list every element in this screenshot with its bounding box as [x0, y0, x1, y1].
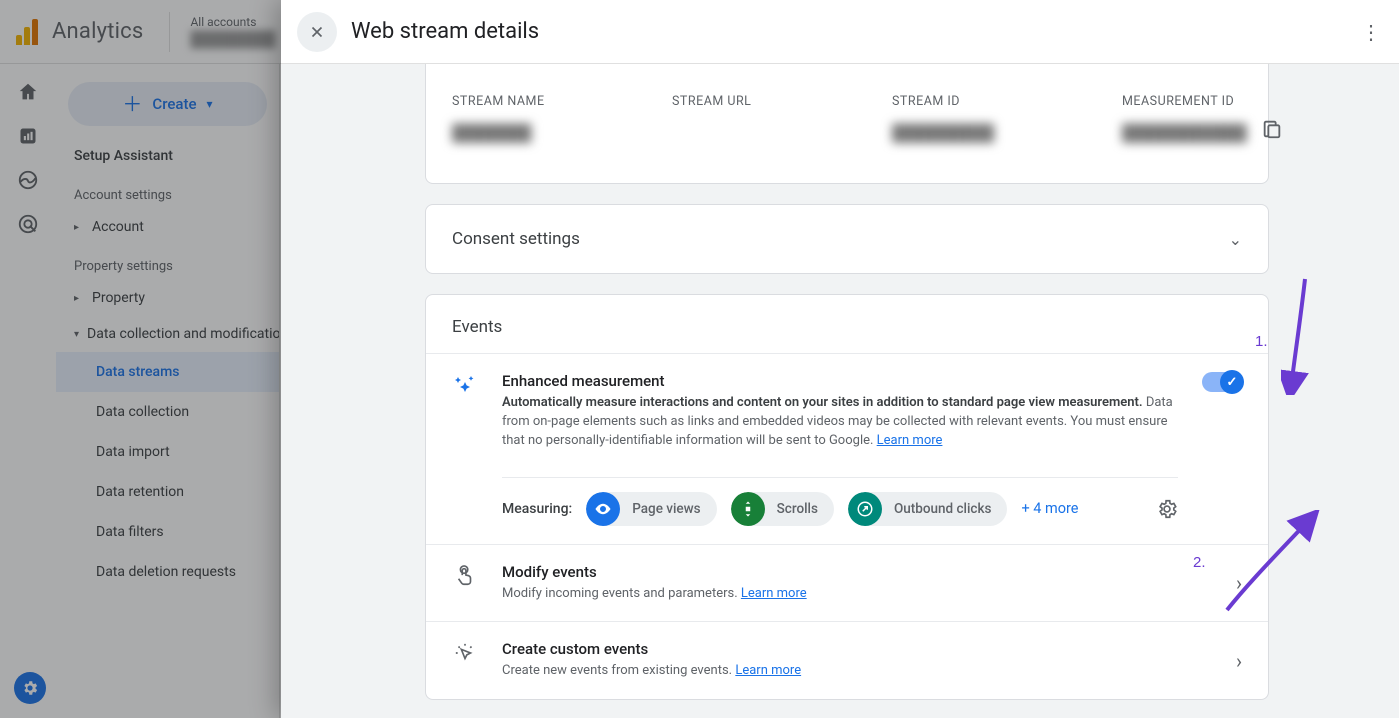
modify-events-row[interactable]: Modify events Modify incoming events and…: [426, 545, 1268, 623]
web-stream-details-panel: Web stream details ⋮ STREAM NAME ███████…: [281, 0, 1399, 718]
eye-icon: [586, 492, 620, 526]
stream-name-label: STREAM NAME: [452, 94, 652, 109]
close-icon: [308, 23, 326, 41]
copy-measurement-id-button[interactable]: [1261, 118, 1283, 140]
enhanced-settings-gear-button[interactable]: [1156, 498, 1178, 520]
chevron-down-icon: ⌄: [1229, 230, 1242, 249]
measurement-id-label: MEASUREMENT ID: [1122, 94, 1247, 109]
enhanced-measurement-description: Automatically measure interactions and c…: [502, 394, 1178, 451]
chip-page-views: Page views: [586, 492, 716, 526]
modify-events-learn-more-link[interactable]: Learn more: [741, 586, 807, 601]
chip-scrolls: Scrolls: [731, 492, 834, 526]
consent-settings-title: Consent settings: [452, 229, 580, 249]
annotation-1: 1.: [1281, 275, 1321, 395]
stream-id-value: █████████: [892, 123, 1102, 143]
create-custom-events-description: Create new events from existing events. …: [502, 662, 1212, 681]
measurement-id-value: ███████████: [1122, 123, 1247, 143]
enhanced-learn-more-link[interactable]: Learn more: [877, 433, 943, 448]
stream-id-label: STREAM ID: [892, 94, 1102, 109]
enhanced-measurement-title: Enhanced measurement: [502, 372, 1178, 390]
modify-events-description: Modify incoming events and parameters. L…: [502, 585, 1212, 604]
consent-settings-card[interactable]: Consent settings ⌄: [425, 204, 1269, 274]
chip-outbound-clicks: Outbound clicks: [848, 492, 1008, 526]
custom-events-learn-more-link[interactable]: Learn more: [735, 663, 801, 678]
sparkle-icon: [452, 372, 478, 398]
gear-icon: [1156, 498, 1178, 520]
events-section-title: Events: [426, 295, 1268, 354]
measurement-id-column: MEASUREMENT ID ███████████: [1122, 94, 1283, 143]
panel-title: Web stream details: [351, 19, 539, 44]
chevron-right-icon: ›: [1236, 649, 1242, 673]
create-custom-events-title: Create custom events: [502, 640, 1212, 658]
stream-id-column: STREAM ID █████████: [892, 94, 1102, 143]
stream-url-label: STREAM URL: [672, 94, 872, 109]
scrolls-icon: [731, 492, 765, 526]
outbound-icon: [848, 492, 882, 526]
panel-header: Web stream details ⋮: [281, 0, 1399, 64]
create-custom-events-row[interactable]: Create custom events Create new events f…: [426, 622, 1268, 699]
stream-name-column: STREAM NAME ███████: [452, 94, 652, 143]
kebab-menu-button[interactable]: ⋮: [1361, 20, 1383, 44]
modify-events-title: Modify events: [502, 563, 1212, 581]
cursor-click-icon: [452, 640, 478, 664]
stream-info-card: STREAM NAME ███████ STREAM URL STREAM ID…: [425, 64, 1269, 184]
toggle-knob-check-icon: ✓: [1220, 370, 1244, 394]
touch-icon: [452, 563, 478, 587]
events-card: Events Enhanced measurement Automaticall…: [425, 294, 1269, 700]
annotation-2: 2.: [1221, 510, 1321, 620]
enhanced-measurement-row: Enhanced measurement Automatically measu…: [426, 354, 1268, 545]
stream-url-column: STREAM URL: [672, 94, 872, 143]
measuring-label: Measuring:: [502, 501, 572, 517]
more-chips-link[interactable]: + 4 more: [1021, 500, 1078, 517]
measuring-row: Measuring: Page views Scrolls Outbound c…: [502, 477, 1178, 526]
close-button[interactable]: [297, 12, 337, 52]
copy-icon: [1261, 118, 1283, 140]
enhanced-measurement-toggle[interactable]: ✓: [1202, 372, 1242, 392]
stream-name-value: ███████: [452, 123, 652, 143]
